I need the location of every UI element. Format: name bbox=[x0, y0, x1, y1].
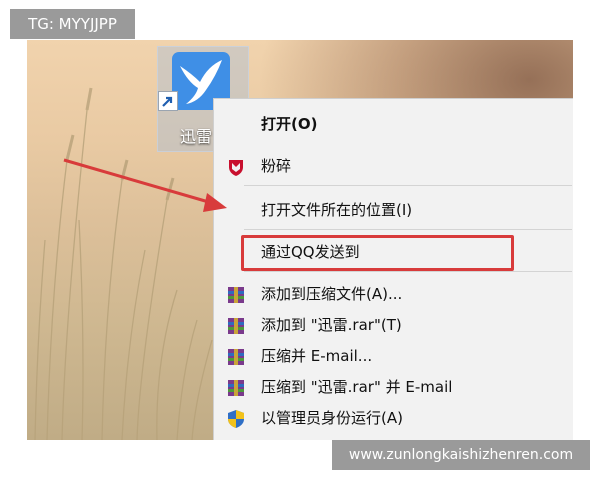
watermark-url: www.zunlongkaishizhenren.com bbox=[332, 440, 590, 470]
tg-tag-overlay: TG: MYYJJPP bbox=[10, 9, 135, 39]
desktop-screenshot: 迅雷 打开(O) 粉碎 打开文件所在的位置(I) 通过QQ发送到 添加到压缩文件… bbox=[27, 40, 573, 440]
red-arrow-annotation bbox=[63, 158, 227, 212]
